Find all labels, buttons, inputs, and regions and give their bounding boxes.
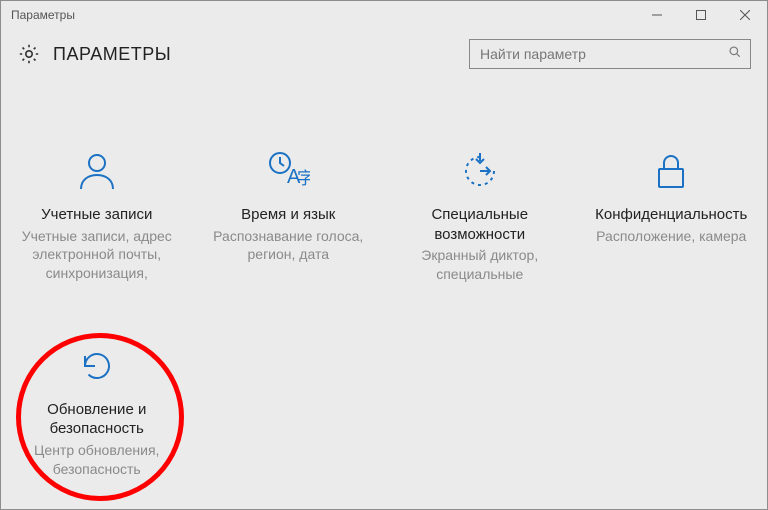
minimize-button[interactable] [635, 1, 679, 29]
ease-of-access-icon [458, 149, 502, 193]
tile-time-language[interactable]: A 字 Время и язык Распознавание голоса, р… [193, 149, 385, 284]
time-language-icon: A 字 [266, 149, 310, 193]
window-title: Параметры [11, 8, 75, 22]
search-input[interactable] [478, 45, 728, 63]
tile-privacy[interactable]: Конфиденциальность Расположение, камера [576, 149, 768, 284]
maximize-icon [696, 10, 706, 20]
app-title: ПАРАМЕТРЫ [53, 44, 171, 65]
tile-desc: Экранный диктор, специальные [394, 246, 566, 284]
header-left: ПАРАМЕТРЫ [17, 42, 171, 66]
tiles-grid: Учетные записи Учетные записи, адрес эле… [1, 79, 767, 479]
close-button[interactable] [723, 1, 767, 29]
lock-icon [649, 149, 693, 193]
tile-ease-of-access[interactable]: Специальные возможности Экранный диктор,… [384, 149, 576, 284]
person-icon [75, 149, 119, 193]
tile-title: Специальные возможности [394, 205, 566, 244]
tile-title: Обновление и безопасность [11, 400, 183, 439]
tile-desc: Учетные записи, адрес электронной почты,… [11, 227, 183, 284]
tile-title: Учетные записи [41, 205, 152, 225]
update-icon [75, 344, 119, 388]
search-box[interactable] [469, 39, 751, 69]
tile-title: Конфиденциальность [595, 205, 747, 225]
settings-window: Параметры ПАРАМЕТРЫ [0, 0, 768, 510]
minimize-icon [652, 10, 662, 20]
gear-icon [17, 42, 41, 66]
tile-desc: Центр обновления, безопасность [11, 441, 183, 479]
search-icon [728, 45, 742, 64]
window-controls [635, 1, 767, 29]
header: ПАРАМЕТРЫ [1, 29, 767, 79]
tile-desc: Распознавание голоса, регион, дата [203, 227, 375, 265]
tile-title: Время и язык [241, 205, 335, 225]
tile-accounts[interactable]: Учетные записи Учетные записи, адрес эле… [1, 149, 193, 284]
titlebar: Параметры [1, 1, 767, 29]
tile-desc: Расположение, камера [596, 227, 746, 246]
tile-update-security[interactable]: Обновление и безопасность Центр обновлен… [1, 344, 193, 479]
close-icon [740, 10, 750, 20]
maximize-button[interactable] [679, 1, 723, 29]
svg-text:字: 字 [297, 169, 310, 188]
